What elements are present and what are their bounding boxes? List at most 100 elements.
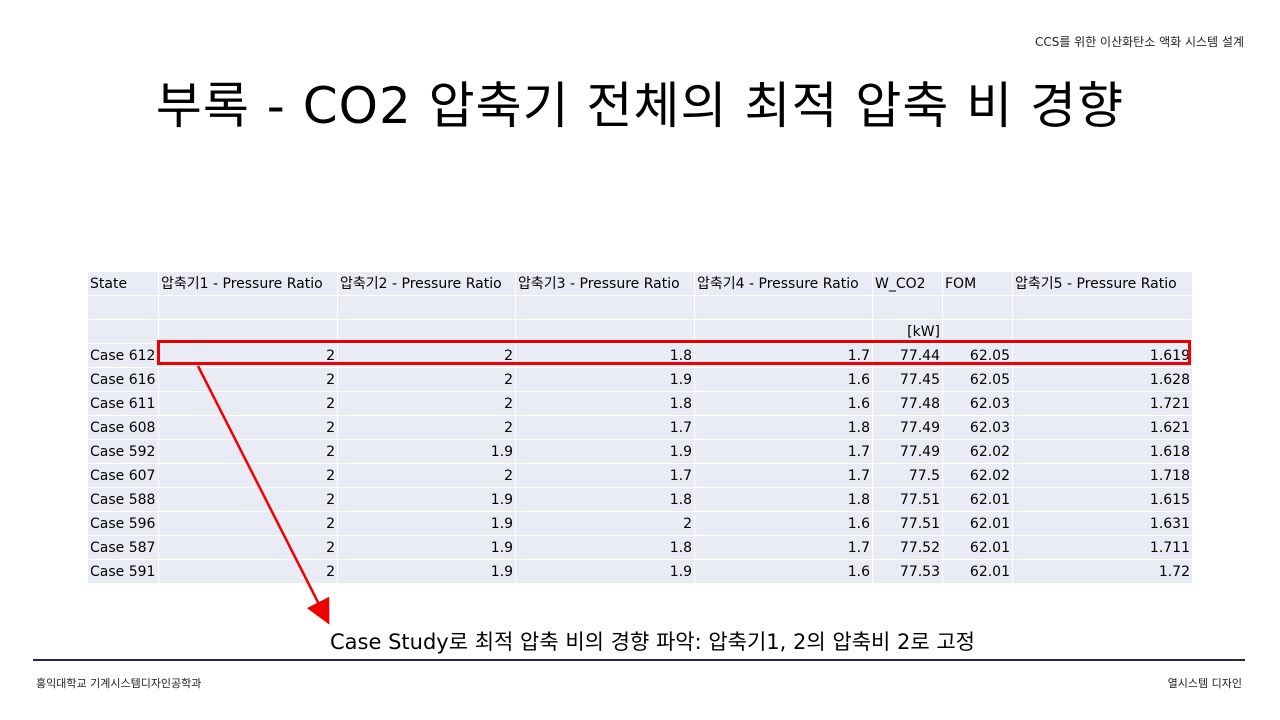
- highlight-box: [157, 340, 1191, 365]
- value-cell: 1.6: [694, 367, 873, 392]
- value-cell: 1.721: [1012, 391, 1193, 416]
- footer-right: 열시스템 디자인: [1167, 677, 1242, 690]
- value-cell: 77.51: [872, 511, 943, 536]
- value-cell: 62.03: [942, 415, 1013, 440]
- value-cell: 2: [515, 511, 695, 536]
- state-cell: Case 596: [87, 511, 159, 536]
- blank-cell: [694, 295, 873, 320]
- state-cell: Case 591: [87, 559, 159, 584]
- value-cell: 77.5: [872, 463, 943, 488]
- blank-cell: [515, 295, 695, 320]
- divider: [33, 659, 1245, 661]
- header-cell: 압축기1 - Pressure Ratio: [158, 271, 338, 296]
- value-cell: 1.9: [515, 559, 695, 584]
- value-cell: 77.48: [872, 391, 943, 416]
- header-cell: FOM: [942, 271, 1013, 296]
- value-cell: 2: [158, 535, 338, 560]
- blank-cell: [87, 295, 159, 320]
- value-cell: 1.6: [694, 559, 873, 584]
- state-cell: Case 588: [87, 487, 159, 512]
- value-cell: 62.01: [942, 487, 1013, 512]
- header-tag: CCS를 위한 이산화탄소 액화 시스템 설계: [1034, 35, 1244, 49]
- value-cell: 1.621: [1012, 415, 1193, 440]
- table-row: Case 587 2 1.9 1.8 1.7 77.52 62.01 1.711: [87, 535, 1193, 560]
- table-row: Case 611 2 2 1.8 1.6 77.48 62.03 1.721: [87, 391, 1193, 416]
- value-cell: 62.02: [942, 439, 1013, 464]
- blank-cell: [942, 295, 1013, 320]
- header-cell: State: [87, 271, 159, 296]
- value-cell: 1.6: [694, 391, 873, 416]
- value-cell: 77.45: [872, 367, 943, 392]
- value-cell: 1.618: [1012, 439, 1193, 464]
- blank-cell: [1012, 295, 1193, 320]
- state-cell: Case 587: [87, 535, 159, 560]
- value-cell: 1.711: [1012, 535, 1193, 560]
- value-cell: 77.49: [872, 415, 943, 440]
- value-cell: 1.615: [1012, 487, 1193, 512]
- state-cell: Case 607: [87, 463, 159, 488]
- value-cell: 2: [337, 367, 516, 392]
- state-cell: Case 612: [87, 343, 159, 368]
- state-cell: Case 608: [87, 415, 159, 440]
- table-row: Case 592 2 1.9 1.9 1.7 77.49 62.02 1.618: [87, 439, 1193, 464]
- value-cell: 2: [158, 487, 338, 512]
- blank-cell: [872, 295, 943, 320]
- data-table: State 압축기1 - Pressure Ratio 압축기2 - Press…: [87, 271, 1193, 584]
- value-cell: 62.05: [942, 367, 1013, 392]
- header-cell: W_CO2: [872, 271, 943, 296]
- value-cell: 1.9: [515, 367, 695, 392]
- value-cell: 2: [158, 511, 338, 536]
- header-cell: 압축기5 - Pressure Ratio: [1012, 271, 1193, 296]
- value-cell: 1.9: [337, 535, 516, 560]
- value-cell: 1.8: [515, 391, 695, 416]
- value-cell: 77.51: [872, 487, 943, 512]
- value-cell: 62.03: [942, 391, 1013, 416]
- value-cell: 1.8: [694, 487, 873, 512]
- state-cell: Case 592: [87, 439, 159, 464]
- state-cell: Case 616: [87, 367, 159, 392]
- table-row: Case 607 2 2 1.7 1.7 77.5 62.02 1.718: [87, 463, 1193, 488]
- value-cell: 2: [158, 559, 338, 584]
- value-cell: 2: [337, 415, 516, 440]
- table-row: Case 588 2 1.9 1.8 1.8 77.51 62.01 1.615: [87, 487, 1193, 512]
- value-cell: 1.9: [337, 487, 516, 512]
- value-cell: 1.9: [337, 559, 516, 584]
- header-cell: 압축기2 - Pressure Ratio: [337, 271, 516, 296]
- slide-title: 부록 - CO2 압축기 전체의 최적 압축 비 경향: [155, 77, 1125, 135]
- value-cell: 2: [158, 391, 338, 416]
- value-cell: 2: [158, 439, 338, 464]
- value-cell: 77.49: [872, 439, 943, 464]
- caption: Case Study로 최적 압축 비의 경향 파악: 압축기1, 2의 압축비…: [330, 630, 976, 654]
- value-cell: 1.72: [1012, 559, 1193, 584]
- blank-cell: [158, 295, 338, 320]
- value-cell: 77.52: [872, 535, 943, 560]
- value-cell: 2: [337, 463, 516, 488]
- value-cell: 62.02: [942, 463, 1013, 488]
- value-cell: 2: [158, 367, 338, 392]
- value-cell: 1.628: [1012, 367, 1193, 392]
- value-cell: 62.01: [942, 511, 1013, 536]
- value-cell: 1.8: [515, 487, 695, 512]
- header-cell: 압축기3 - Pressure Ratio: [515, 271, 695, 296]
- value-cell: 1.9: [515, 439, 695, 464]
- header-cell: 압축기4 - Pressure Ratio: [694, 271, 873, 296]
- value-cell: 2: [158, 415, 338, 440]
- table-row: Case 616 2 2 1.9 1.6 77.45 62.05 1.628: [87, 367, 1193, 392]
- value-cell: 1.631: [1012, 511, 1193, 536]
- value-cell: 1.7: [694, 439, 873, 464]
- value-cell: 62.01: [942, 535, 1013, 560]
- value-cell: 2: [337, 391, 516, 416]
- value-cell: 1.6: [694, 511, 873, 536]
- state-cell: Case 611: [87, 391, 159, 416]
- table-row: Case 608 2 2 1.7 1.8 77.49 62.03 1.621: [87, 415, 1193, 440]
- blank-cell: [337, 295, 516, 320]
- value-cell: 1.7: [515, 415, 695, 440]
- unit-cell: [87, 319, 159, 344]
- value-cell: 1.7: [694, 535, 873, 560]
- value-cell: 1.7: [515, 463, 695, 488]
- value-cell: 1.9: [337, 439, 516, 464]
- value-cell: 1.7: [694, 463, 873, 488]
- table-row: Case 591 2 1.9 1.9 1.6 77.53 62.01 1.72: [87, 559, 1193, 584]
- value-cell: 77.53: [872, 559, 943, 584]
- value-cell: 1.718: [1012, 463, 1193, 488]
